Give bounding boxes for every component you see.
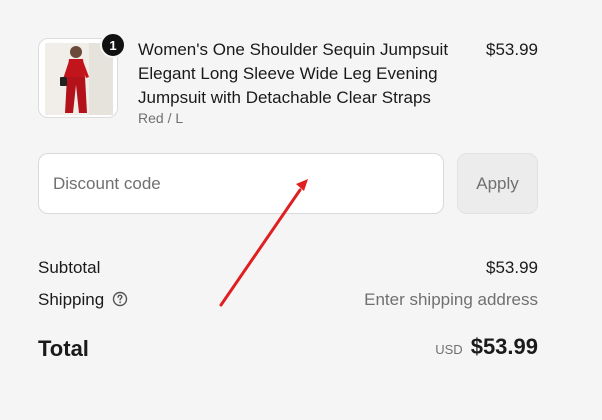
currency-code: USD [435, 342, 463, 357]
question-circle-icon[interactable] [112, 291, 128, 307]
product-variant: Red / L [138, 110, 184, 126]
quantity-badge: 1 [100, 32, 126, 58]
product-thumbnail-wrapper: 1 [38, 32, 126, 118]
subtotal-value: $53.99 [486, 258, 538, 277]
total-amount: $53.99 [470, 334, 538, 359]
total-row: Total USD $53.99 [38, 334, 538, 366]
total-amount-wrapper: USD $53.99 [435, 334, 538, 360]
discount-code-input[interactable] [38, 153, 444, 214]
shipping-value: Enter shipping address [364, 290, 538, 309]
total-label: Total [38, 336, 89, 361]
shipping-row: Shipping Enter shipping address [38, 290, 538, 314]
apply-discount-button[interactable]: Apply [457, 153, 538, 214]
subtotal-label: Subtotal [38, 258, 101, 277]
line-item-price: $53.99 [486, 40, 538, 59]
shipping-label: Shipping [38, 290, 105, 309]
product-title: Women's One Shoulder Sequin Jumpsuit Ele… [138, 40, 449, 107]
subtotal-row: Subtotal $53.99 [38, 258, 538, 282]
line-item: 1 Women's One Shoulder Sequin Jumpsuit E… [38, 32, 538, 128]
